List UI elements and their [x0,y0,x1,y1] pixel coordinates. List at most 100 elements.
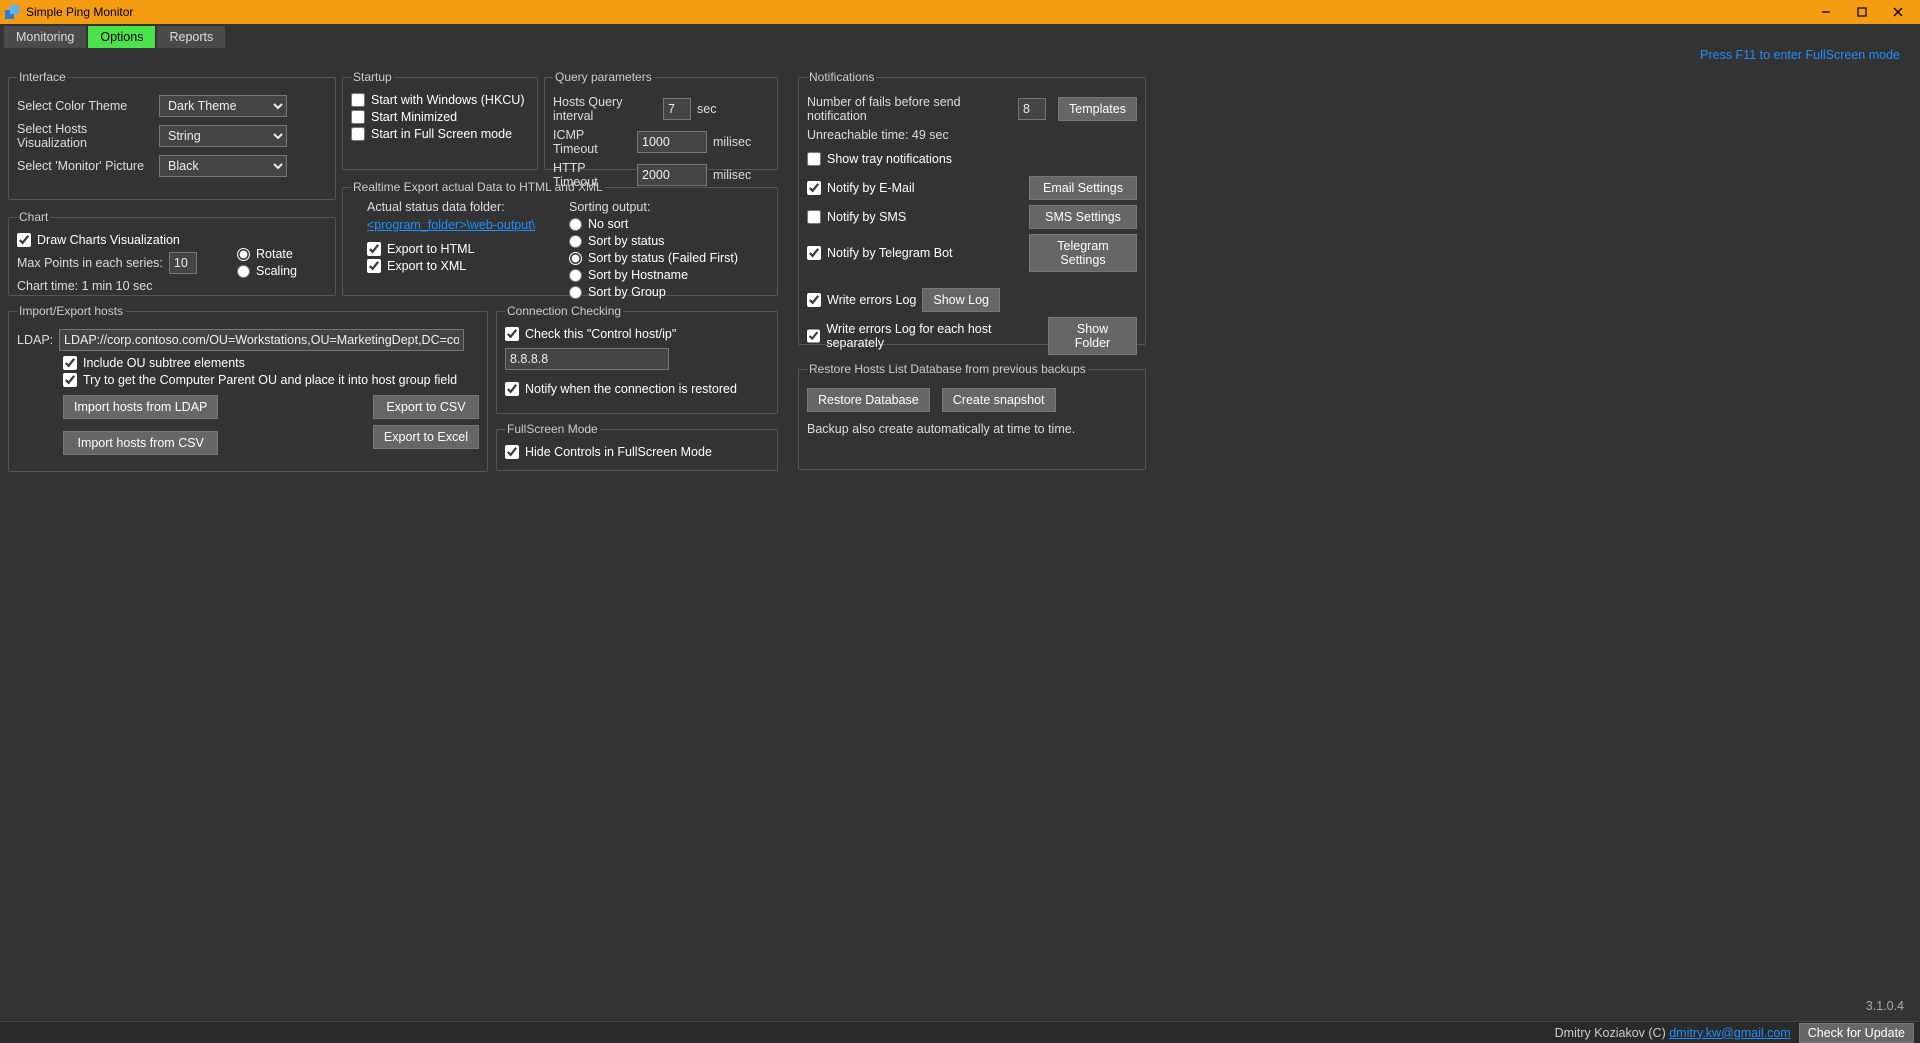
notify-restored-label: Notify when the connection is restored [525,382,737,396]
group-query: Query parameters Hosts Query interval se… [544,70,778,170]
folder-link[interactable]: <program_folder>\web-output\ [367,218,535,232]
legend-interface: Interface [17,70,68,84]
sms-checkbox[interactable]: Notify by SMS [807,210,906,224]
monitor-pic-label: Select 'Monitor' Picture [17,159,153,173]
sort-label: Sorting output: [569,200,769,214]
sort-hostname-label: Sort by Hostname [588,268,688,282]
close-button[interactable] [1880,0,1916,24]
snapshot-button[interactable]: Create snapshot [942,388,1056,412]
ms-label-1: milisec [713,135,751,149]
errors-log-each-checkbox[interactable]: Write errors Log for each host separatel… [807,322,1042,350]
tray-checkbox[interactable]: Show tray notifications [807,152,1137,166]
export-html-label: Export to HTML [387,242,475,256]
hide-controls-checkbox[interactable]: Hide Controls in FullScreen Mode [505,445,769,459]
start-minimized-checkbox[interactable]: Start Minimized [351,110,529,124]
ldap-input[interactable] [59,329,464,351]
restore-note: Backup also create automatically at time… [807,422,1137,436]
export-csv-button[interactable]: Export to CSV [373,395,479,419]
group-startup: Startup Start with Windows (HKCU) Start … [342,70,538,170]
parent-ou-label: Try to get the Computer Parent OU and pl… [83,373,457,387]
restore-db-button[interactable]: Restore Database [807,388,930,412]
rotate-radio[interactable]: Rotate [237,247,327,261]
credit-text: Dmitry Koziakov (C) [1555,1026,1670,1040]
theme-label: Select Color Theme [17,99,153,113]
minimize-button[interactable] [1808,0,1844,24]
group-restore: Restore Hosts List Database from previou… [798,362,1146,470]
import-ldap-button[interactable]: Import hosts from LDAP [63,395,218,419]
icmp-input[interactable] [637,131,707,153]
unreach-label: Unreachable time: 49 sec [807,128,1137,142]
monitor-pic-select[interactable]: Black [159,155,287,177]
export-excel-button[interactable]: Export to Excel [373,425,479,449]
errors-log-label: Write errors Log [827,293,916,307]
templates-button[interactable]: Templates [1058,97,1137,121]
rotate-label: Rotate [256,247,293,261]
folder-label: Actual status data folder: [367,200,549,214]
theme-select[interactable]: Dark Theme [159,95,287,117]
errors-log-checkbox[interactable]: Write errors Log [807,293,916,307]
scaling-label: Scaling [256,264,297,278]
sort-hostname-radio[interactable]: Sort by Hostname [569,268,769,282]
status-bar: Dmitry Koziakov (C) dmitry.kw@gmail.com … [0,1021,1920,1043]
sort-none-radio[interactable]: No sort [569,217,769,231]
show-log-button[interactable]: Show Log [922,288,1000,312]
scaling-radio[interactable]: Scaling [237,264,327,278]
tray-label: Show tray notifications [827,152,952,166]
window-title: Simple Ping Monitor [26,5,1808,19]
tabstrip: Monitoring Options Reports [0,24,1920,50]
hosts-vis-label: Select Hosts Visualization [17,122,153,150]
check-update-button[interactable]: Check for Update [1799,1023,1914,1043]
tab-options[interactable]: Options [88,26,155,48]
start-fullscreen-checkbox[interactable]: Start in Full Screen mode [351,127,529,141]
sms-label: Notify by SMS [827,210,906,224]
tab-monitoring[interactable]: Monitoring [4,26,86,48]
sec-label: sec [697,102,716,116]
sort-failed-radio[interactable]: Sort by status (Failed First) [569,251,769,265]
query-interval-input[interactable] [663,98,691,120]
export-xml-checkbox[interactable]: Export to XML [367,259,549,273]
legend-realtime: Realtime Export actual Data to HTML and … [351,180,605,194]
legend-import: Import/Export hosts [17,304,125,318]
group-connection: Connection Checking Check this "Control … [496,304,778,414]
sort-status-radio[interactable]: Sort by status [569,234,769,248]
start-minimized-label: Start Minimized [371,110,457,124]
start-windows-checkbox[interactable]: Start with Windows (HKCU) [351,93,529,107]
include-ou-checkbox[interactable]: Include OU subtree elements [63,356,479,370]
start-windows-label: Start with Windows (HKCU) [371,93,525,107]
check-host-checkbox[interactable]: Check this "Control host/ip" [505,327,769,341]
legend-startup: Startup [351,70,394,84]
credit-label: Dmitry Koziakov (C) dmitry.kw@gmail.com [1555,1026,1791,1040]
export-xml-label: Export to XML [387,259,466,273]
show-folder-button[interactable]: Show Folder [1048,317,1137,355]
notify-restored-checkbox[interactable]: Notify when the connection is restored [505,382,769,396]
max-points-label: Max Points in each series: [17,256,163,270]
sort-group-radio[interactable]: Sort by Group [569,285,769,299]
legend-chart: Chart [17,210,50,224]
group-notifications: Notifications Number of fails before sen… [798,70,1146,345]
email-settings-button[interactable]: Email Settings [1029,176,1137,200]
telegram-checkbox[interactable]: Notify by Telegram Bot [807,246,953,260]
version-label: 3.1.0.4 [1866,999,1904,1013]
import-csv-button[interactable]: Import hosts from CSV [63,431,218,455]
sort-group-label: Sort by Group [588,285,666,299]
tab-reports[interactable]: Reports [157,26,225,48]
parent-ou-checkbox[interactable]: Try to get the Computer Parent OU and pl… [63,373,479,387]
sms-settings-button[interactable]: SMS Settings [1029,205,1137,229]
draw-charts-checkbox[interactable]: Draw Charts Visualization [17,233,237,247]
legend-fullscreenmode: FullScreen Mode [505,422,600,436]
control-host-input[interactable] [505,348,669,370]
credit-email-link[interactable]: dmitry.kw@gmail.com [1669,1026,1791,1040]
draw-charts-label: Draw Charts Visualization [37,233,180,247]
max-points-input[interactable] [169,252,197,274]
sort-failed-label: Sort by status (Failed First) [588,251,738,265]
telegram-settings-button[interactable]: Telegram Settings [1029,234,1137,272]
email-checkbox[interactable]: Notify by E-Mail [807,181,915,195]
fails-input[interactable] [1018,98,1046,120]
icmp-label: ICMP Timeout [553,128,631,156]
group-realtime: Realtime Export actual Data to HTML and … [342,180,778,296]
hosts-vis-select[interactable]: String [159,125,287,147]
query-interval-label: Hosts Query interval [553,95,657,123]
maximize-button[interactable] [1844,0,1880,24]
app-icon [4,4,20,20]
export-html-checkbox[interactable]: Export to HTML [367,242,549,256]
